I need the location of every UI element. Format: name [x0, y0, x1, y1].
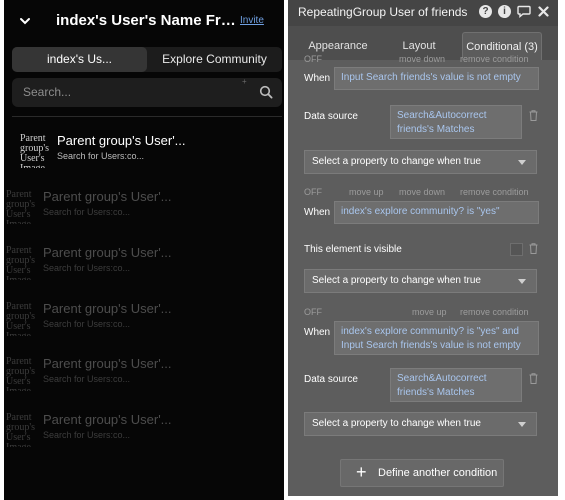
search-placeholder: Search...: [23, 85, 72, 99]
list-item[interactable]: Parent group's User's Image Parent group…: [4, 353, 284, 399]
avatar: Parent group's User's Image: [20, 134, 50, 168]
when-label: When: [304, 207, 331, 218]
plus-icon: +: [356, 462, 367, 482]
property-label: This element is visible: [304, 244, 402, 255]
list-item[interactable]: Parent group's User's Image Parent group…: [4, 130, 284, 176]
property-select-label: Select a property to change when true: [312, 275, 481, 286]
tab-explore-community[interactable]: Explore Community: [147, 47, 282, 72]
close-icon[interactable]: [538, 6, 549, 17]
user-name: Parent group's User'...: [43, 356, 172, 371]
when-label: When: [304, 327, 331, 338]
plus-icon: +: [242, 77, 247, 86]
data-source-value[interactable]: Search&Autocorrect friends's Matches: [390, 105, 522, 139]
chevron-down-icon: [518, 160, 526, 165]
trash-icon[interactable]: [529, 373, 538, 384]
user-name: Parent group's User'...: [57, 133, 186, 148]
define-condition-label: Define another condition: [378, 467, 498, 479]
property-editor: RepeatingGroup User of friends ? i Appea…: [288, 0, 558, 496]
remove-condition-link[interactable]: remove condition: [460, 54, 529, 64]
off-toggle[interactable]: OFF: [304, 307, 322, 317]
avatar: Parent group's User's Image: [6, 190, 36, 224]
page-title: index's User's Name Frie...: [56, 12, 238, 29]
when-expression[interactable]: index's explore community? is "yes" and …: [334, 321, 539, 355]
list-item[interactable]: Parent group's User's Image Parent group…: [4, 242, 284, 288]
divider: [12, 116, 282, 117]
chevron-down-icon: [518, 422, 526, 427]
user-subtitle: Search for Users:co...: [43, 319, 131, 329]
user-subtitle: Search for Users:co...: [57, 151, 145, 161]
user-subtitle: Search for Users:co...: [43, 430, 131, 440]
avatar: Parent group's User's Image: [6, 246, 36, 280]
when-label: When: [304, 73, 331, 84]
property-label: Data source: [304, 111, 358, 122]
panel-header: RepeatingGroup User of friends ? i: [288, 0, 558, 26]
when-expression[interactable]: Input Search friends's value is not empt…: [334, 67, 539, 90]
off-toggle[interactable]: OFF: [304, 54, 322, 64]
comment-icon[interactable]: [517, 5, 531, 18]
trash-icon[interactable]: [529, 110, 538, 121]
avatar: Parent group's User's Image: [6, 357, 36, 391]
remove-condition-link[interactable]: remove condition: [460, 187, 529, 197]
property-select-label: Select a property to change when true: [312, 156, 481, 167]
avatar: Parent group's User's Image: [6, 302, 36, 336]
panel-title: RepeatingGroup User of friends: [298, 5, 468, 19]
property-select[interactable]: Select a property to change when true: [304, 150, 537, 174]
user-subtitle: Search for Users:co...: [43, 374, 131, 384]
move-down-link[interactable]: move down: [399, 187, 445, 197]
community-tabs: index's Us... Explore Community: [12, 47, 282, 72]
user-name: Parent group's User'...: [43, 412, 172, 427]
search-icon[interactable]: [259, 85, 273, 99]
move-down-link[interactable]: move down: [399, 54, 445, 64]
trash-icon[interactable]: [529, 243, 538, 254]
when-expression[interactable]: index's explore community? is "yes": [334, 201, 539, 224]
property-select[interactable]: Select a property to change when true: [304, 412, 537, 436]
user-name: Parent group's User'...: [43, 245, 172, 260]
chevron-down-icon[interactable]: [18, 14, 32, 28]
property-label: Data source: [304, 374, 358, 385]
user-subtitle: Search for Users:co...: [43, 263, 131, 273]
list-item[interactable]: Parent group's User's Image Parent group…: [4, 409, 284, 455]
remove-condition-link[interactable]: remove condition: [460, 307, 529, 317]
chevron-down-icon: [518, 279, 526, 284]
move-up-link[interactable]: move up: [349, 187, 384, 197]
tab-friends[interactable]: index's Us...: [12, 47, 147, 72]
invite-link[interactable]: Invite: [240, 15, 264, 26]
conditions-list: OFF move down remove condition When Inpu…: [288, 54, 558, 496]
list-item[interactable]: Parent group's User's Image Parent group…: [4, 298, 284, 344]
app-header: index's User's Name Frie... Invite: [4, 0, 284, 44]
user-name: Parent group's User'...: [43, 301, 172, 316]
user-name: Parent group's User'...: [43, 189, 172, 204]
off-toggle[interactable]: OFF: [304, 187, 322, 197]
define-condition-button[interactable]: + Define another condition: [340, 459, 504, 487]
info-icon[interactable]: i: [498, 5, 511, 18]
avatar: Parent group's User's Image: [6, 413, 36, 447]
property-select[interactable]: Select a property to change when true: [304, 269, 537, 293]
help-icon[interactable]: ?: [479, 5, 492, 18]
data-source-value[interactable]: Search&Autocorrect friends's Matches: [390, 368, 522, 402]
user-subtitle: Search for Users:co...: [43, 207, 131, 217]
move-up-link[interactable]: move up: [412, 307, 447, 317]
search-input[interactable]: Search... +: [12, 78, 282, 107]
list-item[interactable]: Parent group's User's Image Parent group…: [4, 186, 284, 232]
visible-checkbox[interactable]: [510, 243, 523, 256]
property-select-label: Select a property to change when true: [312, 418, 481, 429]
app-preview: index's User's Name Frie... Invite index…: [4, 0, 284, 500]
